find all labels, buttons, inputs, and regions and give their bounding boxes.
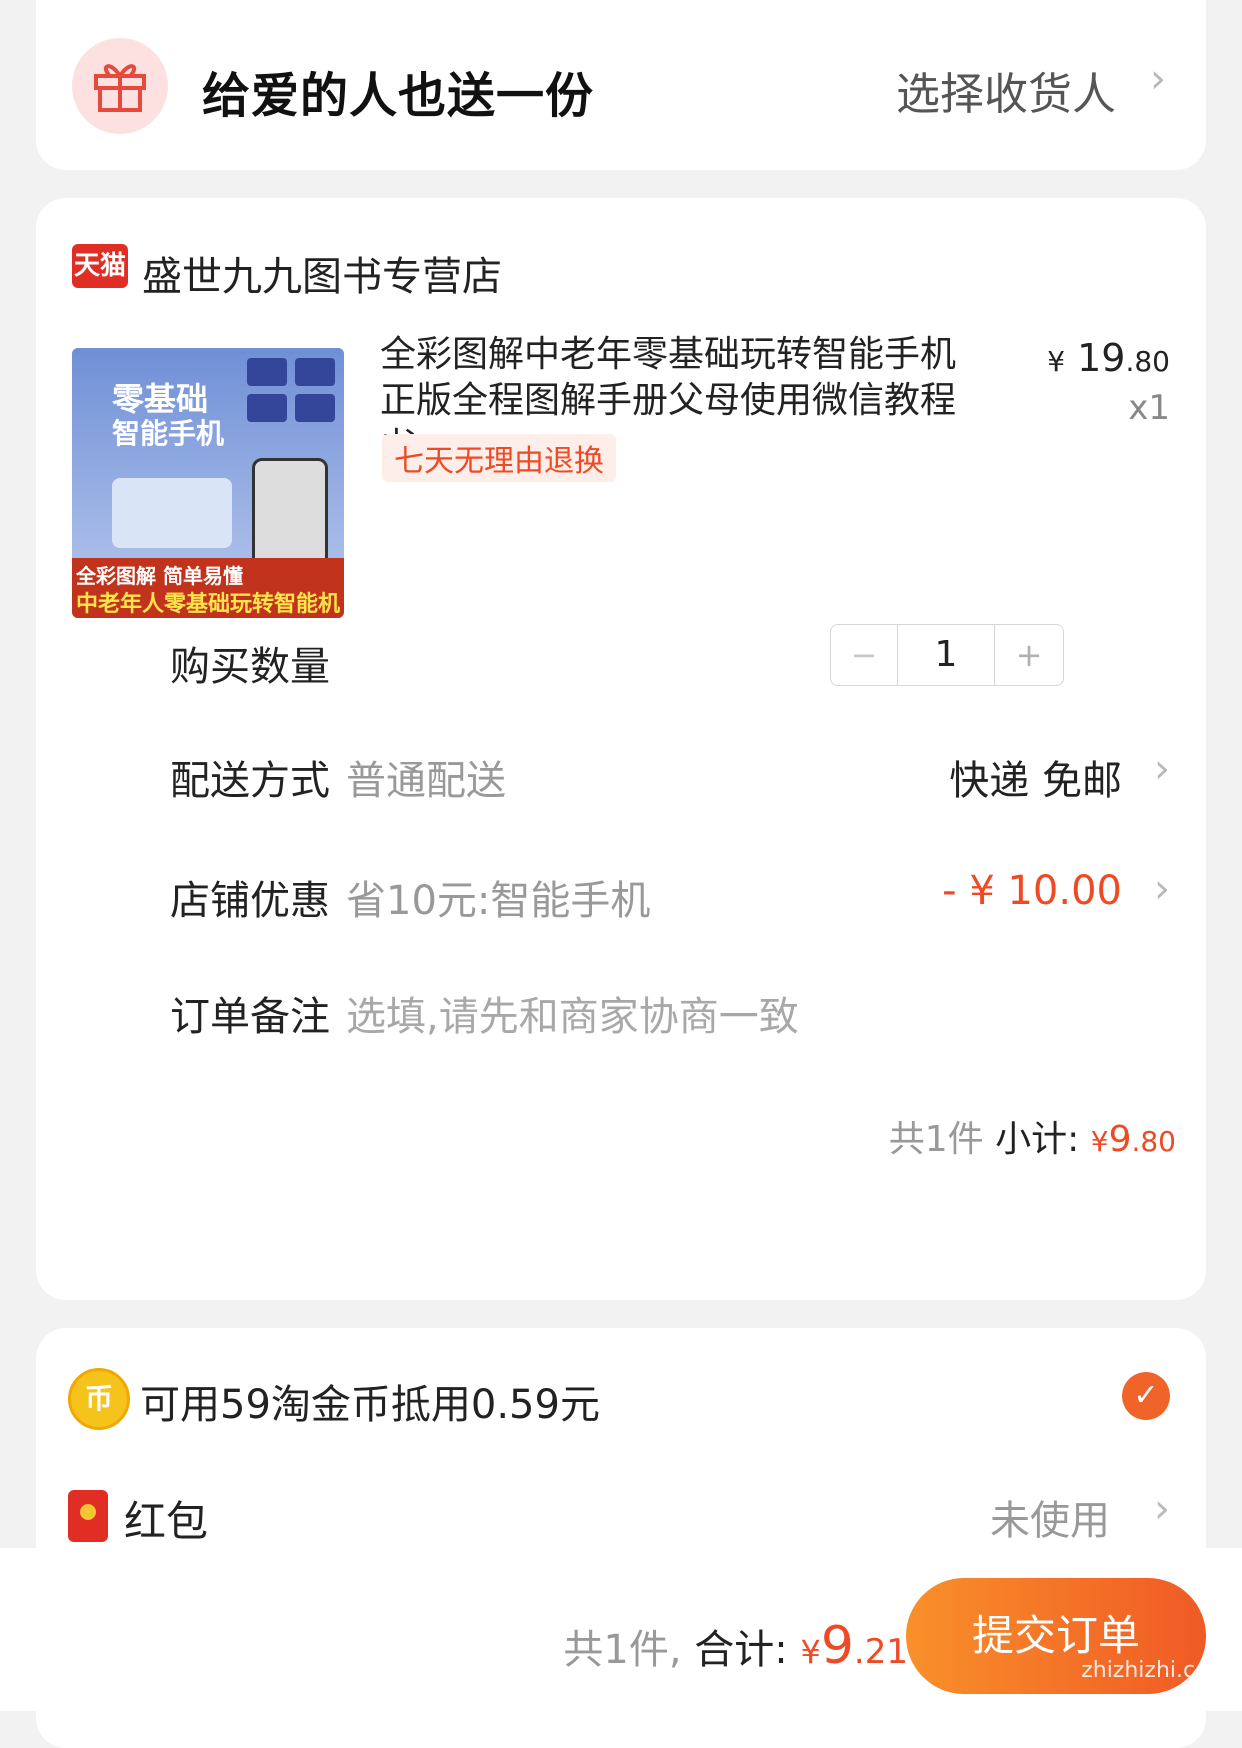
red-packet-status[interactable]: 未使用 xyxy=(990,1488,1110,1546)
checkout-bar: 共1件, 合计: ¥9.21 提交订单 zhizhizhi.com xyxy=(0,1548,1242,1711)
total-count: 共1件, xyxy=(563,1627,682,1673)
check-icon[interactable]: ✓ xyxy=(1122,1372,1170,1420)
chevron-right-icon: › xyxy=(1154,746,1170,792)
subtotal: 共1件 小计: ¥9.80 xyxy=(889,1110,1176,1162)
note-label: 订单备注 xyxy=(170,994,330,1040)
subtotal-count: 共1件 xyxy=(888,1119,984,1160)
delivery-value[interactable]: 快递 免邮 xyxy=(949,748,1122,806)
subtotal-symbol: ¥ xyxy=(1090,1125,1109,1158)
return-policy-badge: 七天无理由退换 xyxy=(382,434,616,482)
select-recipient-link[interactable]: 选择收货人 xyxy=(896,58,1116,122)
tmall-logo: 天猫 xyxy=(72,244,128,288)
chevron-right-icon: › xyxy=(1154,866,1170,912)
subtotal-dec: .80 xyxy=(1131,1125,1176,1158)
total-label: 合计: xyxy=(694,1627,788,1673)
watermark: zhizhizhi.com xyxy=(1081,1658,1230,1683)
total-int: 9 xyxy=(820,1616,854,1676)
quantity-stepper[interactable]: − 1 + xyxy=(830,624,1064,686)
shop-name[interactable]: 盛世九九图书专营店 xyxy=(142,244,502,302)
feature-icons xyxy=(247,358,339,428)
chevron-right-icon: › xyxy=(1154,1486,1170,1532)
product-image-banner: 全彩图解 简单易懂 xyxy=(76,564,243,588)
coin-offer: 可用59淘金币抵用0.59元 xyxy=(140,1382,600,1428)
coin-icon: 币 xyxy=(68,1368,130,1430)
product-price: ¥ 19.80 xyxy=(1047,336,1170,380)
price-int: 19 xyxy=(1077,336,1126,380)
product-image-subtitle: 智能手机 xyxy=(112,417,225,450)
gift-card[interactable]: 给爱的人也送一份 选择收货人 › xyxy=(36,0,1206,170)
order-total: 共1件, 合计: ¥9.21 xyxy=(563,1616,908,1676)
gift-title: 给爱的人也送一份 xyxy=(202,68,595,124)
discount-label: 店铺优惠 xyxy=(170,878,330,924)
decrement-button[interactable]: − xyxy=(831,625,897,685)
delivery-label: 配送方式 xyxy=(170,758,330,804)
discount-value[interactable]: - ¥ 10.00 xyxy=(942,868,1122,914)
quantity-input[interactable]: 1 xyxy=(897,625,995,685)
product-quantity: x1 xyxy=(1128,388,1170,428)
subtotal-label: 小计: xyxy=(995,1119,1080,1160)
delivery-method: 普通配送 xyxy=(346,758,506,804)
chevron-right-icon: › xyxy=(1150,56,1166,102)
illustration xyxy=(112,478,232,548)
gift-icon xyxy=(72,38,168,134)
quantity-label: 购买数量 xyxy=(170,644,330,690)
price-symbol: ¥ xyxy=(1047,345,1066,378)
price-dec: .80 xyxy=(1125,345,1170,378)
note-input[interactable]: 选填,请先和商家协商一致 xyxy=(346,984,799,1042)
product-image[interactable]: 零基础 智能手机 全彩图解 简单易懂 中老年人零基础玩转智能机 xyxy=(72,348,344,618)
total-symbol: ¥ xyxy=(800,1633,821,1671)
discount-desc: 省10元:智能手机 xyxy=(346,878,651,924)
subtotal-int: 9 xyxy=(1108,1119,1132,1160)
red-packet-label: 红包 xyxy=(124,1497,209,1546)
product-image-banner-2: 中老年人零基础玩转智能机 xyxy=(76,592,341,617)
increment-button[interactable]: + xyxy=(995,625,1063,685)
phone-illustration xyxy=(252,458,328,574)
red-packet-icon xyxy=(68,1490,108,1542)
order-card: 天猫 盛世九九图书专营店 零基础 智能手机 全彩图解 简单易懂 中老年人零基础玩… xyxy=(36,198,1206,1300)
total-dec: .21 xyxy=(853,1632,908,1672)
